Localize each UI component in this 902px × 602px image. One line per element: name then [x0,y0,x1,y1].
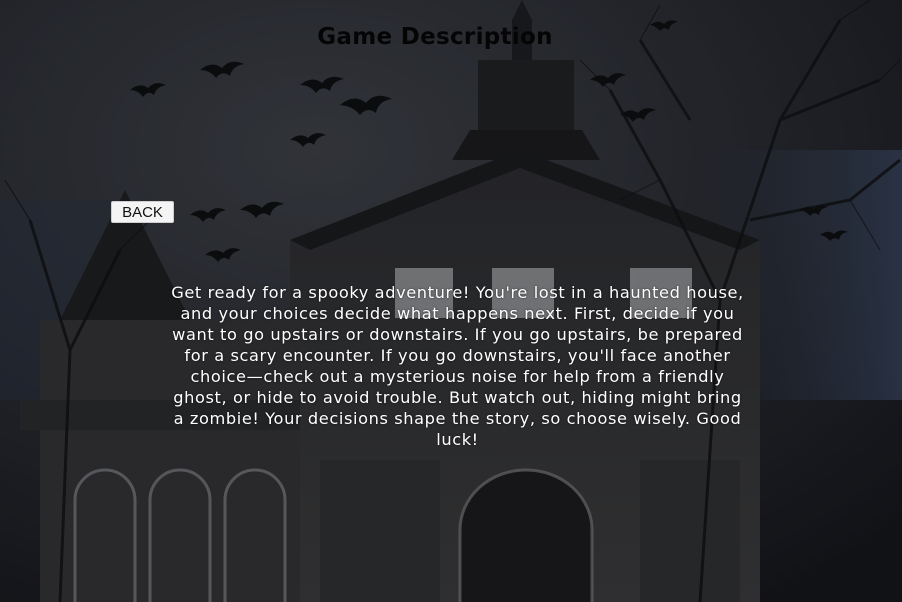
back-button[interactable]: BACK [111,201,174,223]
game-description-text: Get ready for a spooky adventure! You're… [171,283,744,449]
page-title: Game Description [317,24,553,50]
